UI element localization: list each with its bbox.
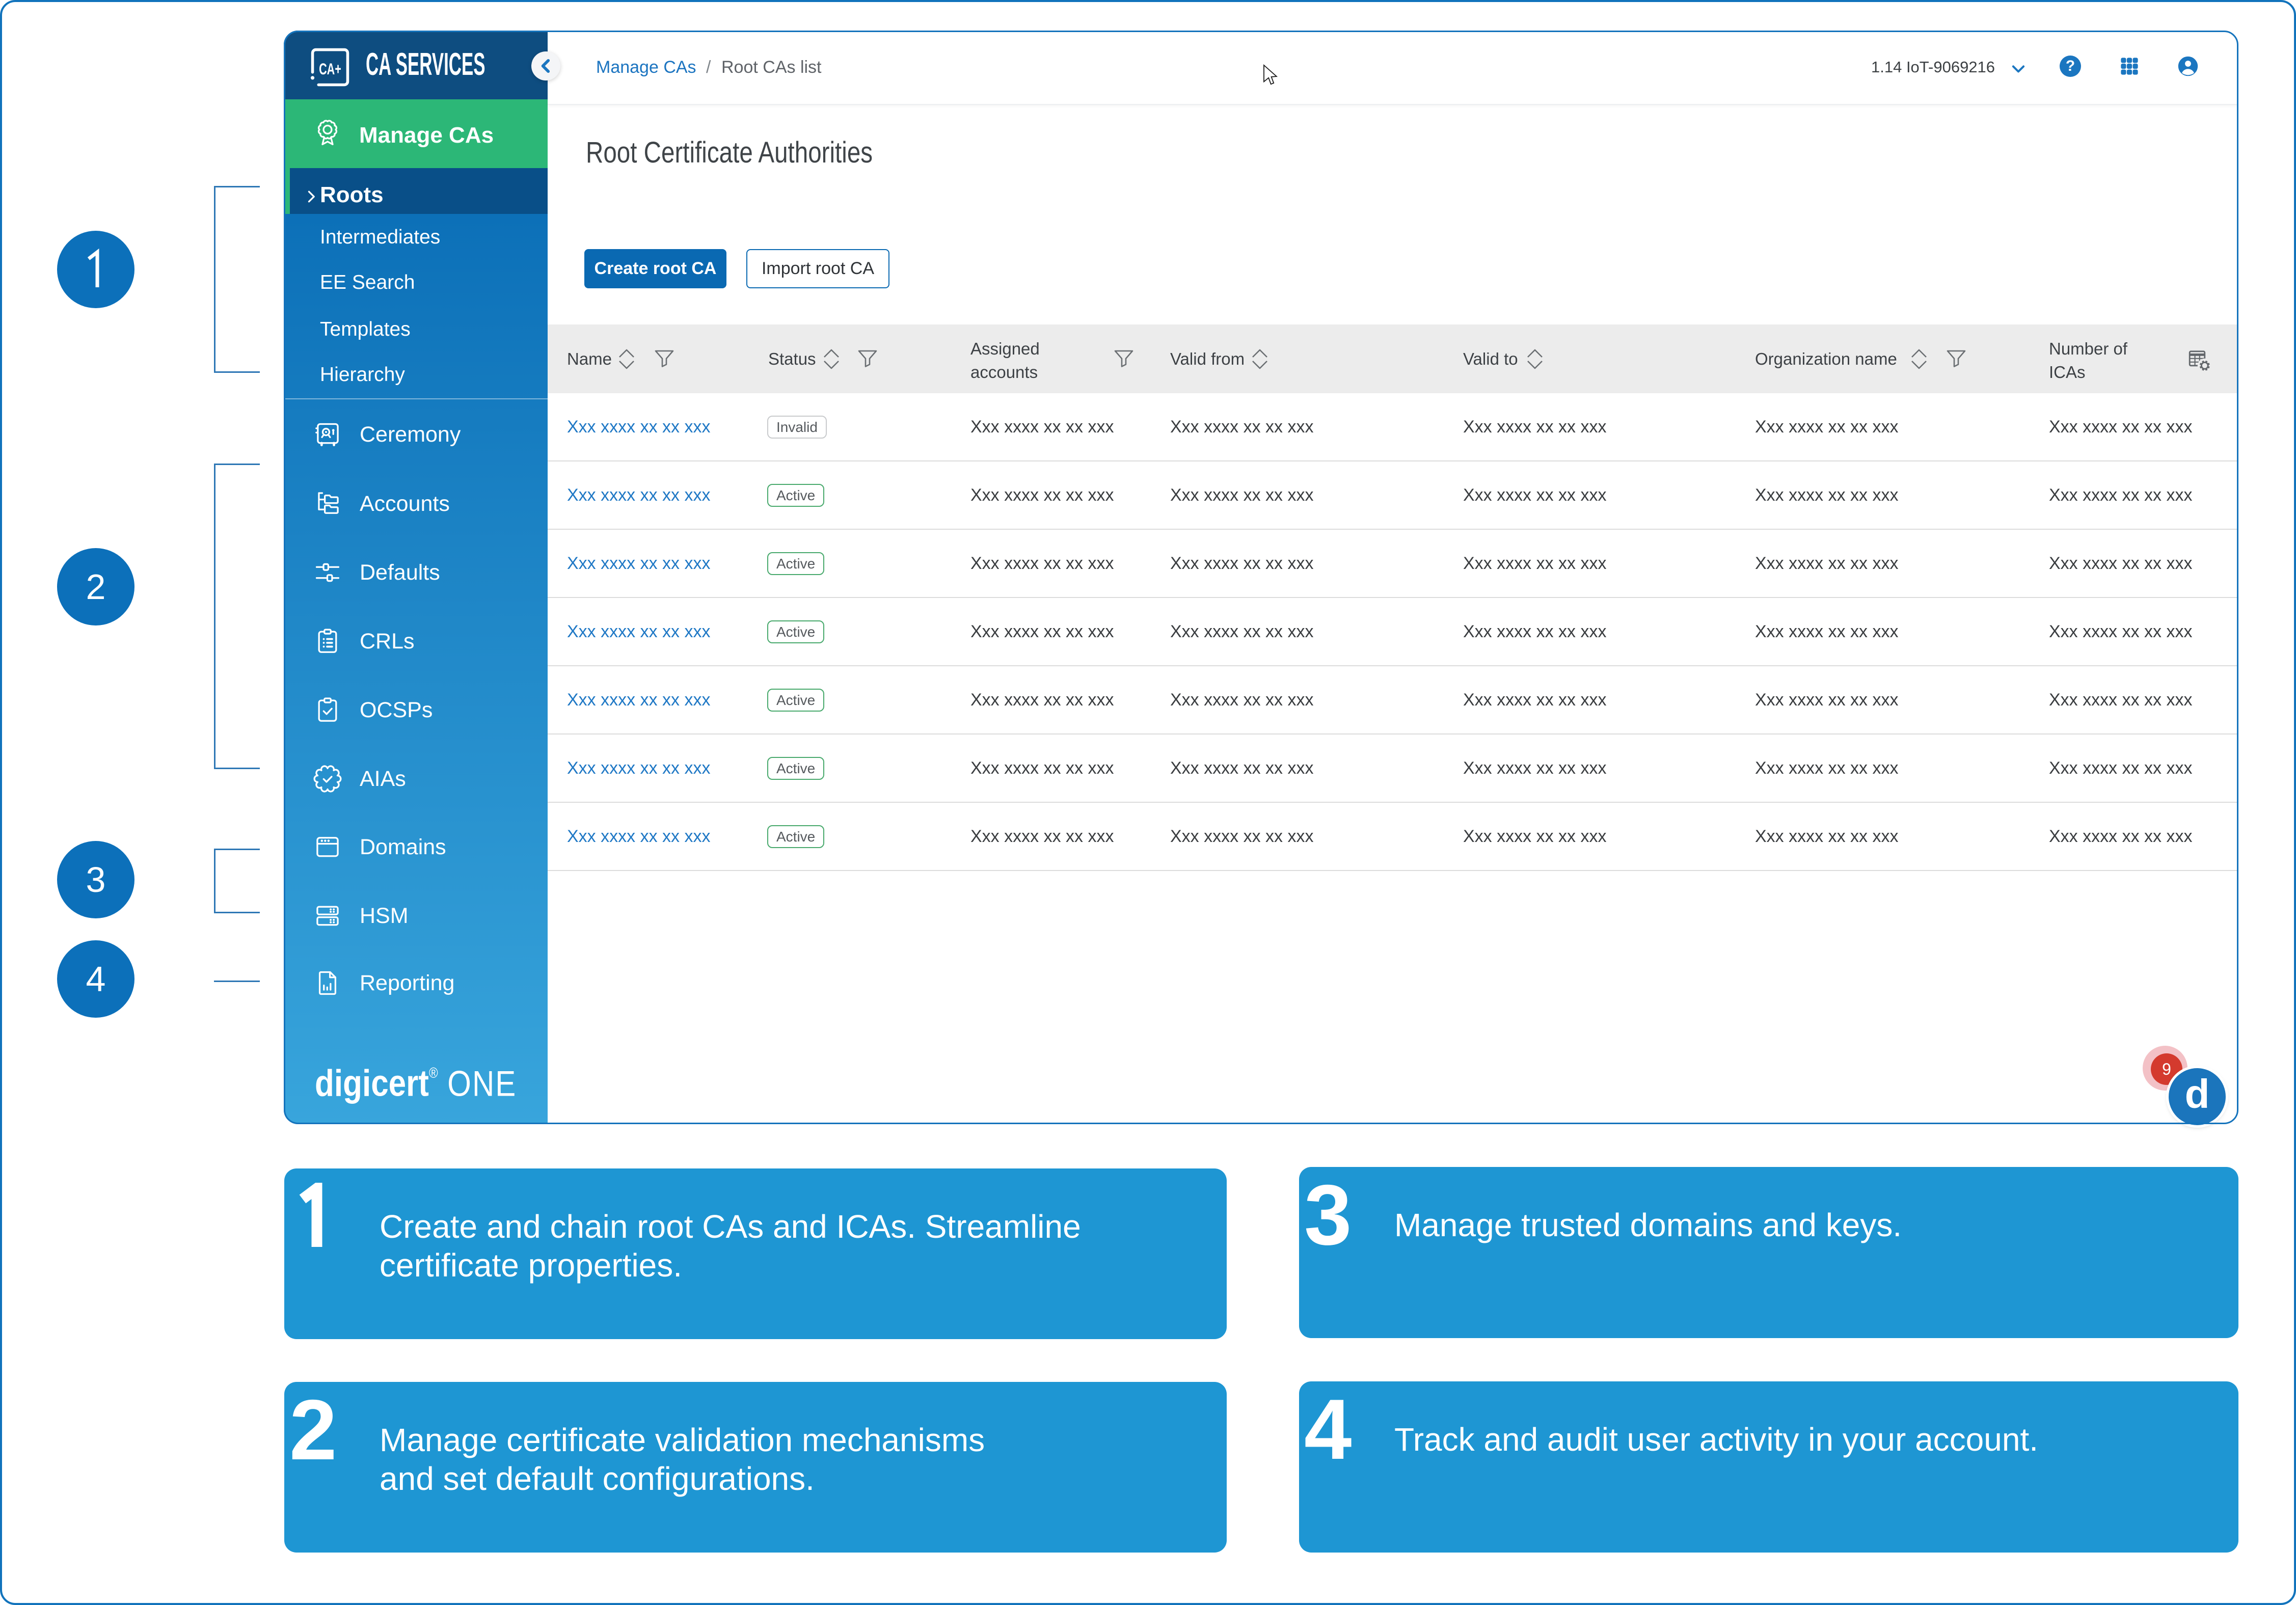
svg-text:CA+: CA+ (319, 60, 341, 78)
